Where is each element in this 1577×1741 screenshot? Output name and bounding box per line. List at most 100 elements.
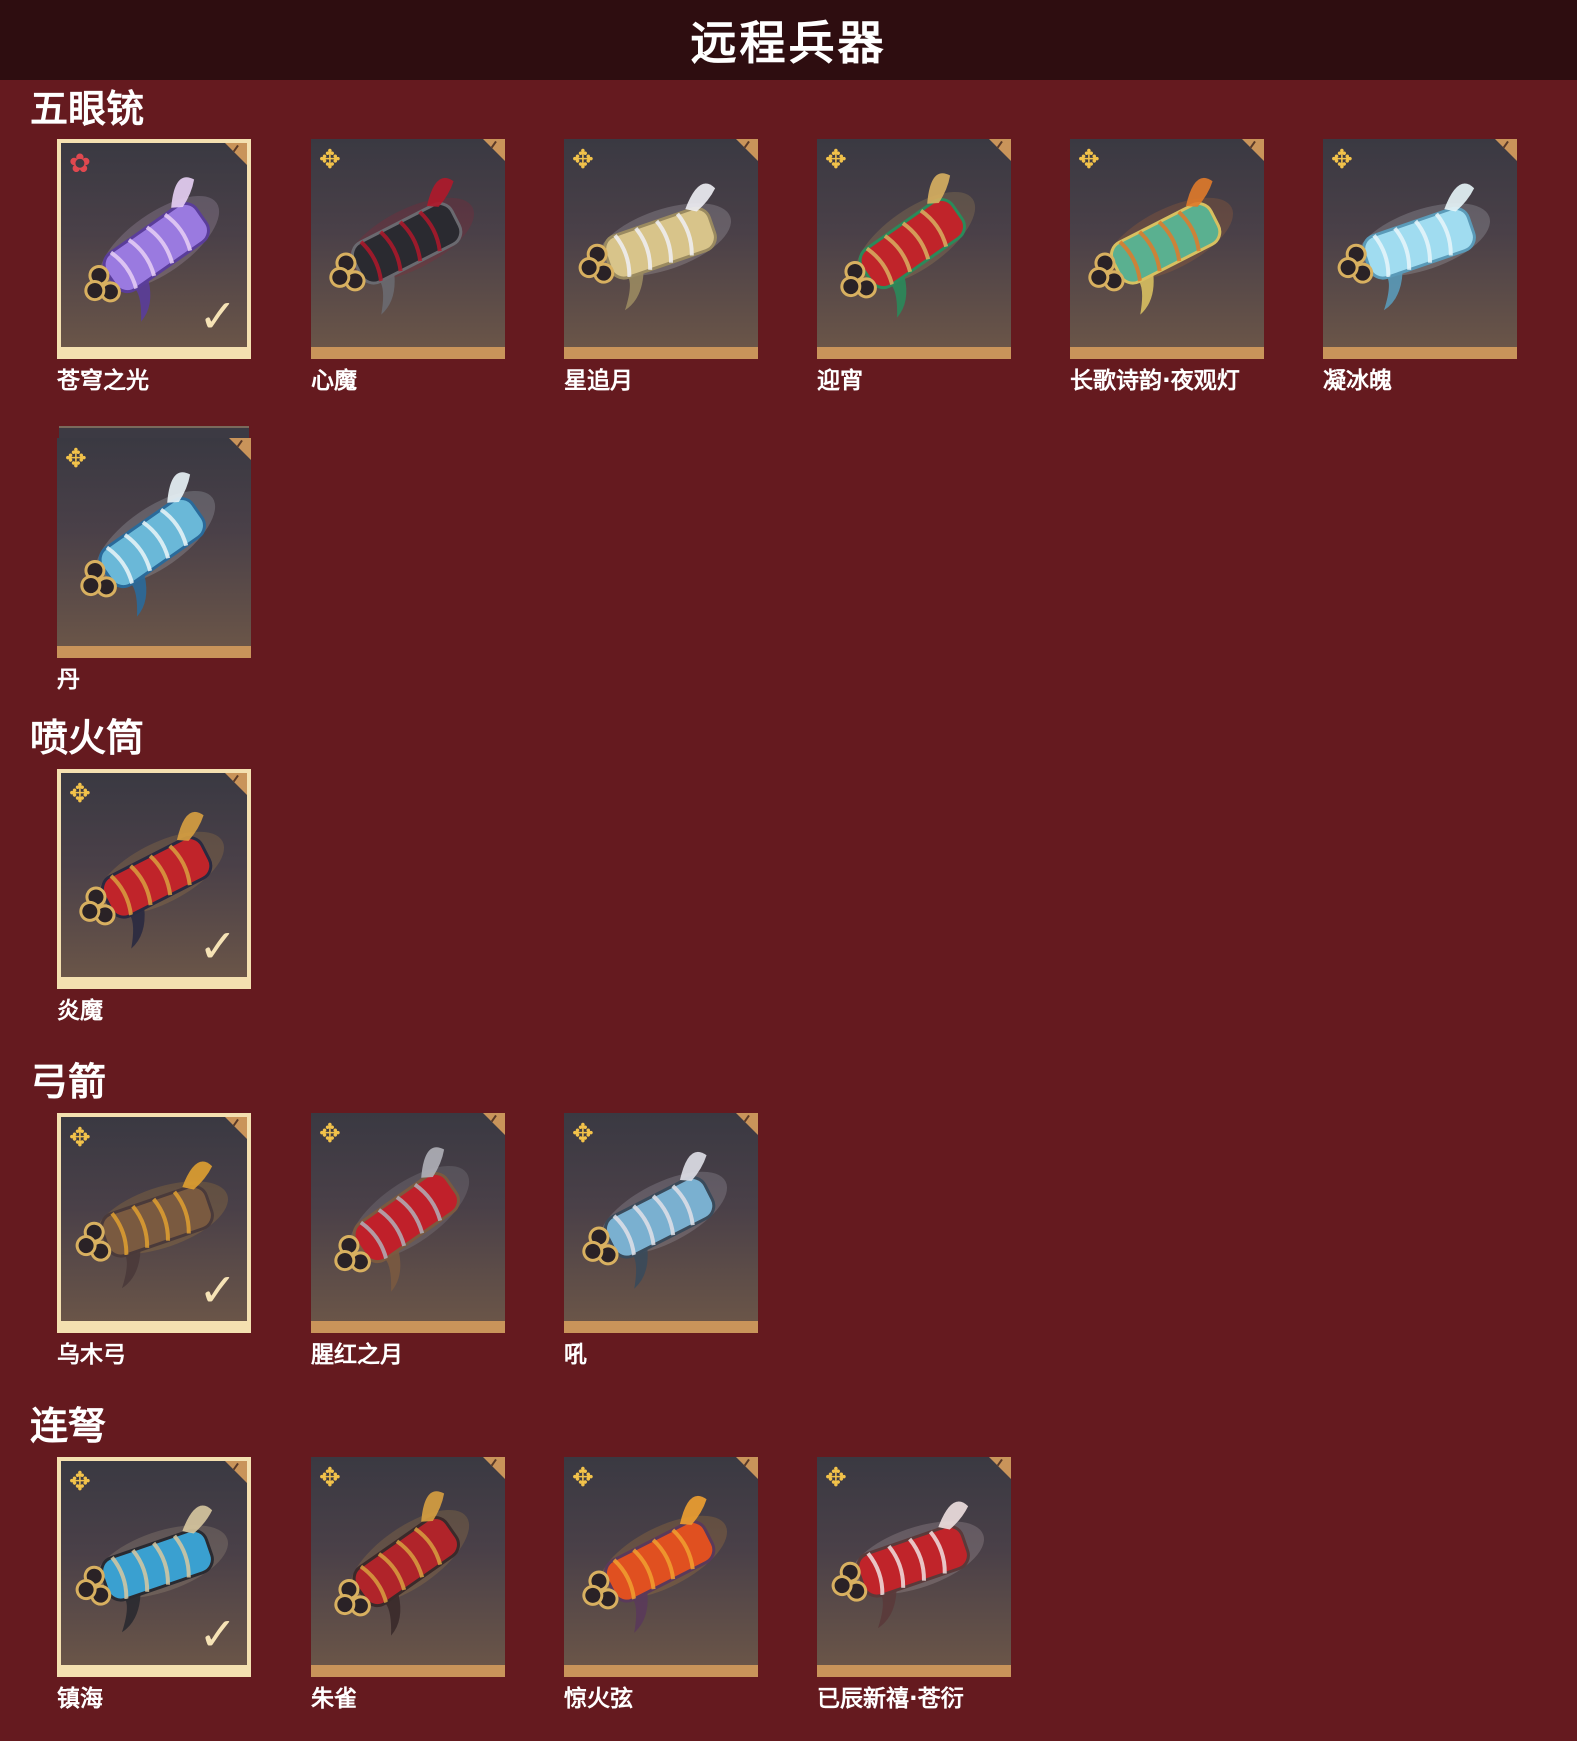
- corner-mark: [232, 1118, 246, 1132]
- weapon-thumbnail[interactable]: ✥: [1070, 139, 1264, 359]
- corner-mark: [996, 1458, 1010, 1472]
- weapon-artwork: [582, 1495, 728, 1633]
- weapon-name: 乌木弓: [57, 1342, 126, 1368]
- weapon-name: 丹: [57, 667, 80, 693]
- weapon-name: 星追月: [564, 368, 633, 394]
- corner-tag-icon: [1242, 139, 1264, 161]
- corner-tag-icon: [225, 1461, 247, 1483]
- weapon-thumbnail[interactable]: ✥: [564, 1457, 758, 1677]
- corner-tag-icon: [483, 139, 505, 161]
- weapon-artwork: [578, 183, 732, 311]
- weapon-card[interactable]: ✥ 朱雀: [311, 1457, 505, 1712]
- weapon-name: 腥红之月: [311, 1342, 403, 1368]
- corner-tag-icon: [225, 143, 247, 165]
- checkmark-icon: ✓: [198, 1263, 237, 1317]
- weapon-name: 已辰新禧·苍衍: [817, 1686, 964, 1712]
- weapon-card[interactable]: ✥ 凝冰魄: [1323, 139, 1517, 394]
- corner-tag-icon: [989, 139, 1011, 161]
- corner-tag-icon: [989, 1457, 1011, 1479]
- gold-rarity-icon: ✥: [572, 1463, 594, 1493]
- weapon-card[interactable]: ✥ 丹: [57, 426, 251, 693]
- checkmark-icon: ✓: [198, 289, 237, 343]
- weapon-card[interactable]: ✥ ✓ 炎魔: [57, 769, 251, 1024]
- corner-mark: [743, 1458, 757, 1472]
- weapon-thumbnail[interactable]: ✥: [564, 139, 758, 359]
- corner-mark: [490, 1458, 504, 1472]
- weapon-thumbnail[interactable]: ✥: [57, 438, 251, 658]
- weapon-artwork: [1088, 177, 1234, 315]
- weapon-thumbnail[interactable]: ✥: [1323, 139, 1517, 359]
- corner-mark: [996, 140, 1010, 154]
- weapon-card[interactable]: ✥ 长歌诗韵·夜观灯: [1070, 139, 1264, 394]
- gold-rarity-icon: ✥: [319, 1463, 341, 1493]
- weapon-name: 凝冰魄: [1323, 368, 1392, 394]
- gold-rarity-icon: ✥: [69, 1123, 91, 1153]
- gold-rarity-icon: ✥: [319, 145, 341, 175]
- checkmark-icon: ✓: [198, 919, 237, 973]
- gold-rarity-icon: ✥: [65, 444, 87, 474]
- corner-tag-icon: [736, 139, 758, 161]
- weapon-artwork: [80, 472, 216, 617]
- weapon-artwork: [582, 1151, 728, 1289]
- corner-mark: [743, 1114, 757, 1128]
- corner-mark: [1249, 140, 1263, 154]
- section-title: 喷火筒: [30, 716, 145, 760]
- weapon-name: 迎宵: [817, 368, 863, 394]
- corner-tag-icon: [229, 438, 251, 460]
- weapon-thumbnail[interactable]: ✥: [564, 1113, 758, 1333]
- weapon-thumbnail[interactable]: ✥: [817, 139, 1011, 359]
- weapon-name: 心魔: [311, 368, 357, 394]
- section-title: 弓箭: [30, 1060, 107, 1104]
- corner-mark: [236, 439, 250, 453]
- weapon-thumbnail[interactable]: ✥ ✓: [57, 1113, 251, 1333]
- weapon-card[interactable]: ✥ 迎宵: [817, 139, 1011, 394]
- weapon-card[interactable]: ✥ 腥红之月: [311, 1113, 505, 1368]
- weapon-card[interactable]: ✥ 心魔: [311, 139, 505, 394]
- weapon-card[interactable]: ✥ 吼: [564, 1113, 758, 1368]
- weapon-card[interactable]: ✥ ✓ 乌木弓: [57, 1113, 251, 1368]
- red-star-rarity-icon: ✿: [69, 149, 91, 179]
- weapon-thumbnail[interactable]: ✥: [311, 139, 505, 359]
- weapon-artwork: [1337, 183, 1491, 311]
- weapon-thumbnail[interactable]: ✥: [311, 1113, 505, 1333]
- weapon-artwork: [334, 1491, 470, 1636]
- weapon-thumbnail[interactable]: ✥: [311, 1457, 505, 1677]
- gold-rarity-icon: ✥: [1078, 145, 1100, 175]
- weapon-thumbnail[interactable]: ✿ ✓: [57, 139, 251, 359]
- page-header: 远程兵器: [0, 0, 1577, 80]
- weapon-thumbnail[interactable]: ✥ ✓: [57, 769, 251, 989]
- checkmark-icon: ✓: [198, 1607, 237, 1661]
- weapon-card[interactable]: ✿ ✓ 苍穹之光: [57, 139, 251, 394]
- weapon-card[interactable]: ✥ 惊火弦: [564, 1457, 758, 1712]
- weapon-thumbnail[interactable]: ✥ ✓: [57, 1457, 251, 1677]
- corner-mark: [490, 140, 504, 154]
- corner-tag-icon: [1495, 139, 1517, 161]
- corner-mark: [232, 1462, 246, 1476]
- section-title: 连弩: [30, 1404, 107, 1448]
- weapon-name: 惊火弦: [564, 1686, 633, 1712]
- corner-mark: [1502, 140, 1516, 154]
- weapon-card[interactable]: ✥ 星追月: [564, 139, 758, 394]
- weapon-name: 炎魔: [57, 998, 103, 1024]
- weapon-thumbnail[interactable]: ✥: [817, 1457, 1011, 1677]
- weapon-artwork: [831, 1501, 985, 1629]
- weapon-name: 吼: [564, 1342, 587, 1368]
- section-title: 五眼铳: [30, 87, 145, 131]
- gold-rarity-icon: ✥: [825, 145, 847, 175]
- corner-tag-icon: [736, 1457, 758, 1479]
- gold-rarity-icon: ✥: [69, 779, 91, 809]
- gold-rarity-icon: ✥: [319, 1119, 341, 1149]
- corner-tag-icon: [483, 1457, 505, 1479]
- gold-rarity-icon: ✥: [1331, 145, 1353, 175]
- weapon-card[interactable]: ✥ 已辰新禧·苍衍: [817, 1457, 1011, 1712]
- corner-mark: [490, 1114, 504, 1128]
- weapon-name: 镇海: [57, 1686, 103, 1712]
- weapon-artwork: [329, 177, 475, 315]
- gold-rarity-icon: ✥: [572, 145, 594, 175]
- page-title: 远程兵器: [690, 16, 887, 70]
- gold-rarity-icon: ✥: [825, 1463, 847, 1493]
- weapon-card[interactable]: ✥ ✓ 镇海: [57, 1457, 251, 1712]
- corner-tag-icon: [225, 1117, 247, 1139]
- weapon-artwork: [840, 173, 976, 318]
- weapon-artwork: [334, 1147, 470, 1292]
